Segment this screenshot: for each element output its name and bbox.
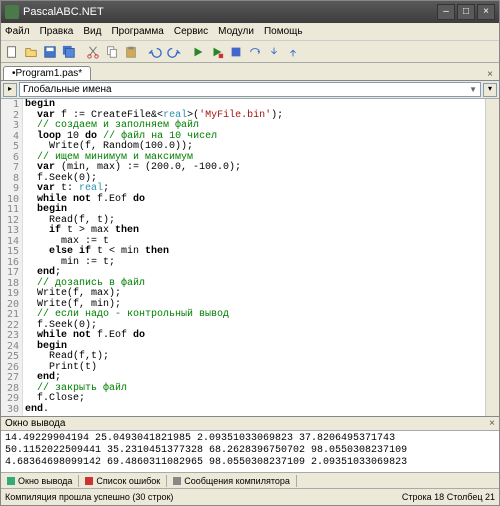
- status-cursor: Строка 18 Столбец 21: [402, 492, 495, 502]
- menu-item[interactable]: Программа: [111, 26, 163, 37]
- scope-dropdown-label: Глобальные имена: [23, 84, 112, 95]
- minimize-button[interactable]: –: [437, 4, 455, 20]
- line-gutter: 1234567891011121314151617181920212223242…: [1, 99, 23, 416]
- titlebar: PascalABC.NET – □ ×: [1, 1, 499, 23]
- step-out-button[interactable]: [284, 43, 302, 61]
- output-panel[interactable]: 14.49229904194 25.0493041821985 2.093510…: [1, 431, 499, 473]
- menu-item[interactable]: Помощь: [264, 26, 303, 37]
- bottom-tab[interactable]: Окно вывода: [1, 475, 79, 487]
- output-panel-title: Окно вывода ×: [1, 417, 499, 431]
- close-button[interactable]: ×: [477, 4, 495, 20]
- output-close-button[interactable]: ×: [489, 418, 495, 429]
- redo-button[interactable]: [165, 43, 183, 61]
- nav-arrow-icon[interactable]: ▸: [3, 83, 17, 97]
- menu-item[interactable]: Правка: [40, 26, 74, 37]
- undo-button[interactable]: [146, 43, 164, 61]
- scope-dropdown[interactable]: Глобальные имена ▼: [19, 82, 481, 97]
- menu-item[interactable]: Модули: [218, 26, 254, 37]
- run-button[interactable]: [189, 43, 207, 61]
- status-compile: Компиляция прошла успешно (30 строк): [5, 492, 173, 502]
- nav-row: ▸ Глобальные имена ▼ ▾: [1, 81, 499, 99]
- new-file-button[interactable]: [3, 43, 21, 61]
- menu-item[interactable]: Файл: [5, 26, 30, 37]
- bottom-tab[interactable]: Список ошибок: [79, 475, 167, 487]
- app-title: PascalABC.NET: [23, 6, 104, 18]
- bottom-tabs: Окно выводаСписок ошибокСообщения компил…: [1, 473, 499, 489]
- menu-item[interactable]: Сервис: [174, 26, 208, 37]
- output-title-label: Окно вывода: [5, 418, 65, 429]
- document-tabs: •Program1.pas* ×: [1, 63, 499, 81]
- app-icon: [5, 5, 19, 19]
- code-area[interactable]: begin var f := CreateFile&<real>('MyFile…: [23, 99, 485, 416]
- save-all-button[interactable]: [60, 43, 78, 61]
- vertical-scrollbar[interactable]: [485, 99, 499, 416]
- menubar: Файл Правка Вид Программа Сервис Модули Помощь: [1, 23, 499, 41]
- stop-button[interactable]: [227, 43, 245, 61]
- maximize-button[interactable]: □: [457, 4, 475, 20]
- chevron-down-icon: ▼: [469, 85, 477, 94]
- cut-button[interactable]: [84, 43, 102, 61]
- copy-button[interactable]: [103, 43, 121, 61]
- step-into-button[interactable]: [265, 43, 283, 61]
- tab-icon: [7, 477, 15, 485]
- paste-button[interactable]: [122, 43, 140, 61]
- tab-icon: [173, 477, 181, 485]
- open-file-button[interactable]: [22, 43, 40, 61]
- run-debug-button[interactable]: [208, 43, 226, 61]
- bottom-tab[interactable]: Сообщения компилятора: [167, 475, 297, 487]
- code-editor[interactable]: 1234567891011121314151617181920212223242…: [1, 99, 499, 417]
- toolbar: [1, 41, 499, 63]
- statusbar: Компиляция прошла успешно (30 строк) Стр…: [1, 489, 499, 505]
- tab-program1[interactable]: •Program1.pas*: [3, 66, 91, 80]
- tab-close-button[interactable]: ×: [483, 69, 497, 80]
- save-button[interactable]: [41, 43, 59, 61]
- tab-icon: [85, 477, 93, 485]
- nav-arrow2-icon[interactable]: ▾: [483, 83, 497, 97]
- step-over-button[interactable]: [246, 43, 264, 61]
- menu-item[interactable]: Вид: [83, 26, 101, 37]
